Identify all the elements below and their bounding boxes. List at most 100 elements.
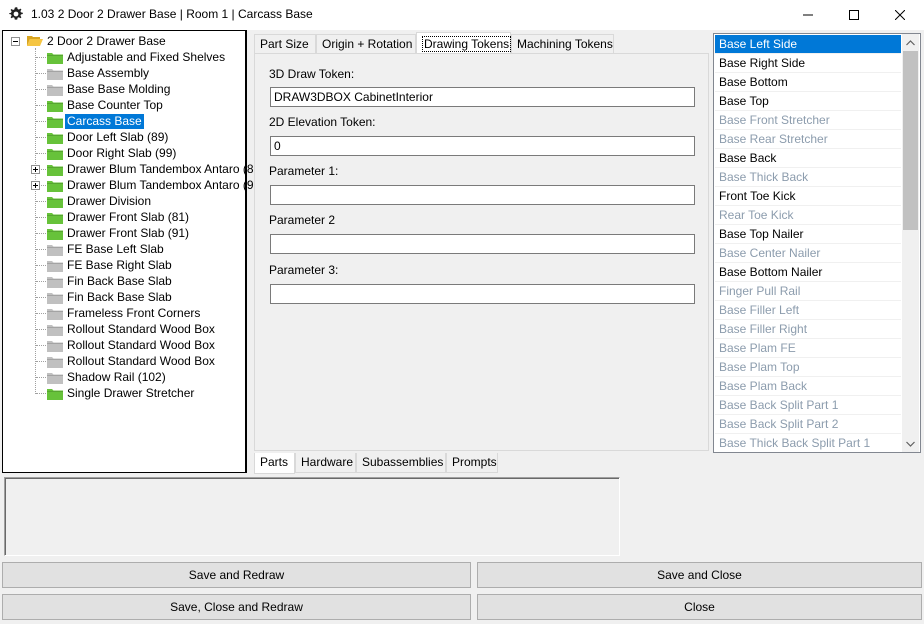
tree-item[interactable]: Adjustable and Fixed Shelves: [3, 50, 243, 66]
subassembly-tree[interactable]: 2 Door 2 Drawer Base Adjustable and Fixed…: [2, 30, 264, 473]
expand-icon[interactable]: [31, 165, 40, 174]
parts-list-item[interactable]: Base Back Split Part 1: [715, 396, 901, 415]
expand-icon[interactable]: [31, 181, 40, 190]
tree-item[interactable]: Door Right Slab (99): [3, 146, 243, 162]
tree-item-label: FE Base Left Slab: [67, 242, 164, 256]
tree-item[interactable]: Door Left Slab (89): [3, 130, 243, 146]
folder-icon: [47, 356, 63, 368]
tab-parts[interactable]: Parts: [254, 453, 295, 474]
folder-icon: [47, 276, 63, 288]
tree-item[interactable]: FE Base Left Slab: [3, 242, 243, 258]
tree-item[interactable]: Frameless Front Corners: [3, 306, 243, 322]
gear-icon[interactable]: [8, 6, 24, 22]
scroll-thumb[interactable]: [903, 51, 918, 230]
tree-item[interactable]: Shadow Rail (102): [3, 370, 243, 386]
parts-list-item[interactable]: Base Back Split Part 2: [715, 415, 901, 434]
tree-item[interactable]: Base Assembly: [3, 66, 243, 82]
tree-item[interactable]: Base Base Molding: [3, 82, 243, 98]
parts-list-item[interactable]: Base Bottom: [715, 73, 901, 92]
folder-icon: [47, 52, 63, 64]
tree-item-label: Single Drawer Stretcher: [67, 386, 195, 400]
parts-list-item[interactable]: Rear Toe Kick: [715, 206, 901, 225]
param3-input[interactable]: [270, 284, 695, 304]
elev2d-label: 2D Elevation Token:: [269, 115, 376, 129]
tree-item-label: Base Counter Top: [67, 98, 163, 112]
tree-guide-line: [36, 393, 46, 394]
tree-item[interactable]: FE Base Right Slab: [3, 258, 243, 274]
tree-item[interactable]: Drawer Blum Tandembox Antaro (81): [3, 162, 264, 178]
minimize-icon: [803, 14, 813, 16]
parts-list-item[interactable]: Front Toe Kick: [715, 187, 901, 206]
folder-icon: [47, 308, 63, 320]
tree-item-label: Drawer Blum Tandembox Antaro (91): [67, 178, 265, 192]
preview-area: [4, 477, 620, 556]
collapse-icon[interactable]: [11, 37, 20, 46]
parts-list-item[interactable]: Base Top Nailer: [715, 225, 901, 244]
parts-list-item[interactable]: Base Left Side: [715, 35, 901, 54]
folder-icon: [47, 84, 63, 96]
scroll-up-button[interactable]: [902, 34, 919, 51]
tree-item[interactable]: Rollout Standard Wood Box: [3, 322, 243, 338]
folder-icon: [47, 100, 63, 112]
close-window-button[interactable]: [877, 0, 923, 30]
tab-origin-rotation[interactable]: Origin + Rotation: [316, 34, 416, 54]
parts-list[interactable]: Base Left Side Base Right Side Base Bottom…: [713, 33, 921, 453]
tree-item[interactable]: Base Counter Top: [3, 98, 243, 114]
parts-list-item[interactable]: Base Rear Stretcher: [715, 130, 901, 149]
parts-list-item[interactable]: Base Thick Back: [715, 168, 901, 187]
parts-list-item[interactable]: Base Back: [715, 149, 901, 168]
tree-item-label: Door Right Slab (99): [67, 146, 177, 160]
parts-list-item[interactable]: Base Filler Right: [715, 320, 901, 339]
tab-prompts[interactable]: Prompts: [446, 453, 498, 473]
tree-item[interactable]: Fin Back Base Slab: [3, 290, 243, 306]
save-and-redraw-button[interactable]: Save and Redraw: [2, 562, 471, 588]
tree-item-label: Rollout Standard Wood Box: [67, 338, 215, 352]
save-and-close-button[interactable]: Save and Close: [477, 562, 922, 588]
tree-item[interactable]: Carcass Base: [3, 114, 243, 130]
parts-list-item[interactable]: Base Plam FE: [715, 339, 901, 358]
tree-item[interactable]: Rollout Standard Wood Box: [3, 338, 243, 354]
tree-guide-line: [36, 329, 46, 330]
parts-list-scrollbar[interactable]: [902, 34, 919, 452]
parts-list-item[interactable]: Finger Pull Rail: [715, 282, 901, 301]
tree-item[interactable]: Drawer Division: [3, 194, 243, 210]
close-button[interactable]: Close: [477, 594, 922, 620]
tab-label: Drawing Tokens: [422, 36, 512, 52]
tree-root[interactable]: 2 Door 2 Drawer Base: [3, 34, 243, 50]
parts-list-item[interactable]: Base Right Side: [715, 54, 901, 73]
tree-item[interactable]: Single Drawer Stretcher: [3, 386, 243, 402]
save-close-redraw-button[interactable]: Save, Close and Redraw: [2, 594, 471, 620]
tab-subassemblies[interactable]: Subassemblies: [356, 453, 446, 473]
tree-item[interactable]: Drawer Front Slab (91): [3, 226, 243, 242]
parts-list-item[interactable]: Base Thick Back Split Part 1: [715, 434, 901, 452]
param2-input[interactable]: [270, 234, 695, 254]
folder-icon: [47, 228, 63, 240]
parts-list-item[interactable]: Base Bottom Nailer: [715, 263, 901, 282]
tree-item[interactable]: Drawer Front Slab (81): [3, 210, 243, 226]
scroll-down-button[interactable]: [902, 435, 919, 452]
maximize-button[interactable]: [831, 0, 877, 30]
tree-item-label: Drawer Blum Tandembox Antaro (81): [67, 162, 265, 176]
tree-item-label: Base Base Molding: [67, 82, 171, 96]
tree-item[interactable]: Drawer Blum Tandembox Antaro (91): [3, 178, 264, 194]
tab-machining-tokens[interactable]: Machining Tokens: [511, 34, 614, 54]
parts-list-item[interactable]: Base Plam Top: [715, 358, 901, 377]
tree-guide-line: [36, 313, 46, 314]
minimize-button[interactable]: [785, 0, 831, 30]
tab-hardware[interactable]: Hardware: [295, 453, 356, 473]
tree-item-label: Frameless Front Corners: [67, 306, 201, 320]
tree-item[interactable]: Fin Back Base Slab: [3, 274, 243, 290]
parts-list-item[interactable]: Base Filler Left: [715, 301, 901, 320]
parts-list-item[interactable]: Base Center Nailer: [715, 244, 901, 263]
folder-icon: [47, 164, 63, 176]
parts-list-item[interactable]: Base Top: [715, 92, 901, 111]
maximize-icon: [849, 10, 859, 20]
tab-part-size[interactable]: Part Size: [254, 34, 316, 54]
draw3d-token-input[interactable]: [270, 87, 695, 107]
elev2d-token-input[interactable]: [270, 136, 695, 156]
param1-input[interactable]: [270, 185, 695, 205]
parts-list-item[interactable]: Base Front Stretcher: [715, 111, 901, 130]
tab-drawing-tokens[interactable]: Drawing Tokens: [416, 32, 512, 54]
tree-item[interactable]: Rollout Standard Wood Box: [3, 354, 243, 370]
parts-list-item[interactable]: Base Plam Back: [715, 377, 901, 396]
